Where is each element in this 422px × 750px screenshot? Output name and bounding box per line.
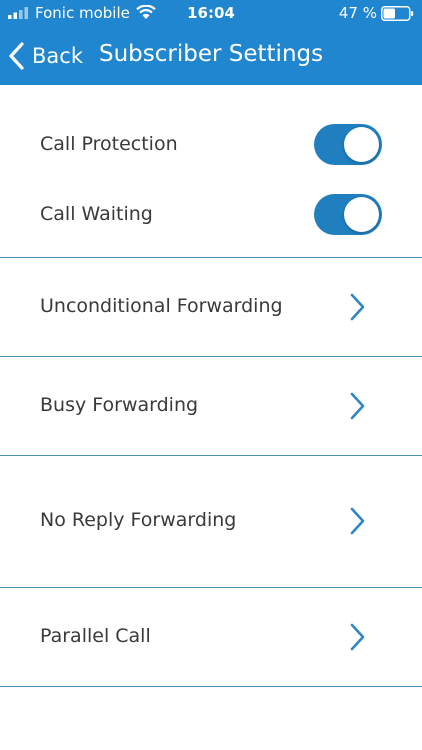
call-protection-toggle[interactable] (314, 124, 382, 165)
call-waiting-label: Call Waiting (40, 203, 153, 225)
menu-item-no-reply-forwarding[interactable]: No Reply Forwarding (0, 456, 422, 587)
toggle-row-call-waiting: Call Waiting (0, 185, 422, 245)
menu-item-label: Unconditional Forwarding (40, 295, 283, 317)
chevron-right-icon (350, 293, 365, 321)
menu-item-label: Parallel Call (40, 625, 151, 647)
back-button[interactable]: Back (6, 36, 83, 76)
back-label: Back (32, 44, 83, 68)
menu-item-parallel-call[interactable]: Parallel Call (0, 588, 422, 686)
toggle-row-call-protection: Call Protection (0, 115, 422, 175)
menu-item-busy-forwarding[interactable]: Busy Forwarding (0, 357, 422, 455)
menu-item-label: Busy Forwarding (40, 394, 199, 416)
chevron-right-icon (350, 392, 365, 420)
chevron-right-icon (350, 623, 365, 651)
menu-item-unconditional-forwarding[interactable]: Unconditional Forwarding (0, 258, 422, 356)
battery-percent: 47 % (338, 4, 377, 22)
chevron-left-icon (9, 42, 24, 70)
chevron-right-icon (350, 507, 365, 535)
toggle-knob (344, 197, 379, 232)
toggle-knob (344, 127, 379, 162)
call-protection-label: Call Protection (40, 133, 178, 155)
header: Fonic mobile 16:04 47 % Back Subscriber … (0, 0, 422, 85)
navigation-bar: Back Subscriber Settings (0, 28, 422, 85)
menu-item-label: No Reply Forwarding (40, 509, 237, 531)
status-bar: Fonic mobile 16:04 47 % (0, 0, 422, 28)
call-waiting-toggle[interactable] (314, 194, 382, 235)
divider (0, 686, 422, 687)
page-title: Subscriber Settings (99, 41, 324, 67)
battery-icon (381, 6, 414, 21)
